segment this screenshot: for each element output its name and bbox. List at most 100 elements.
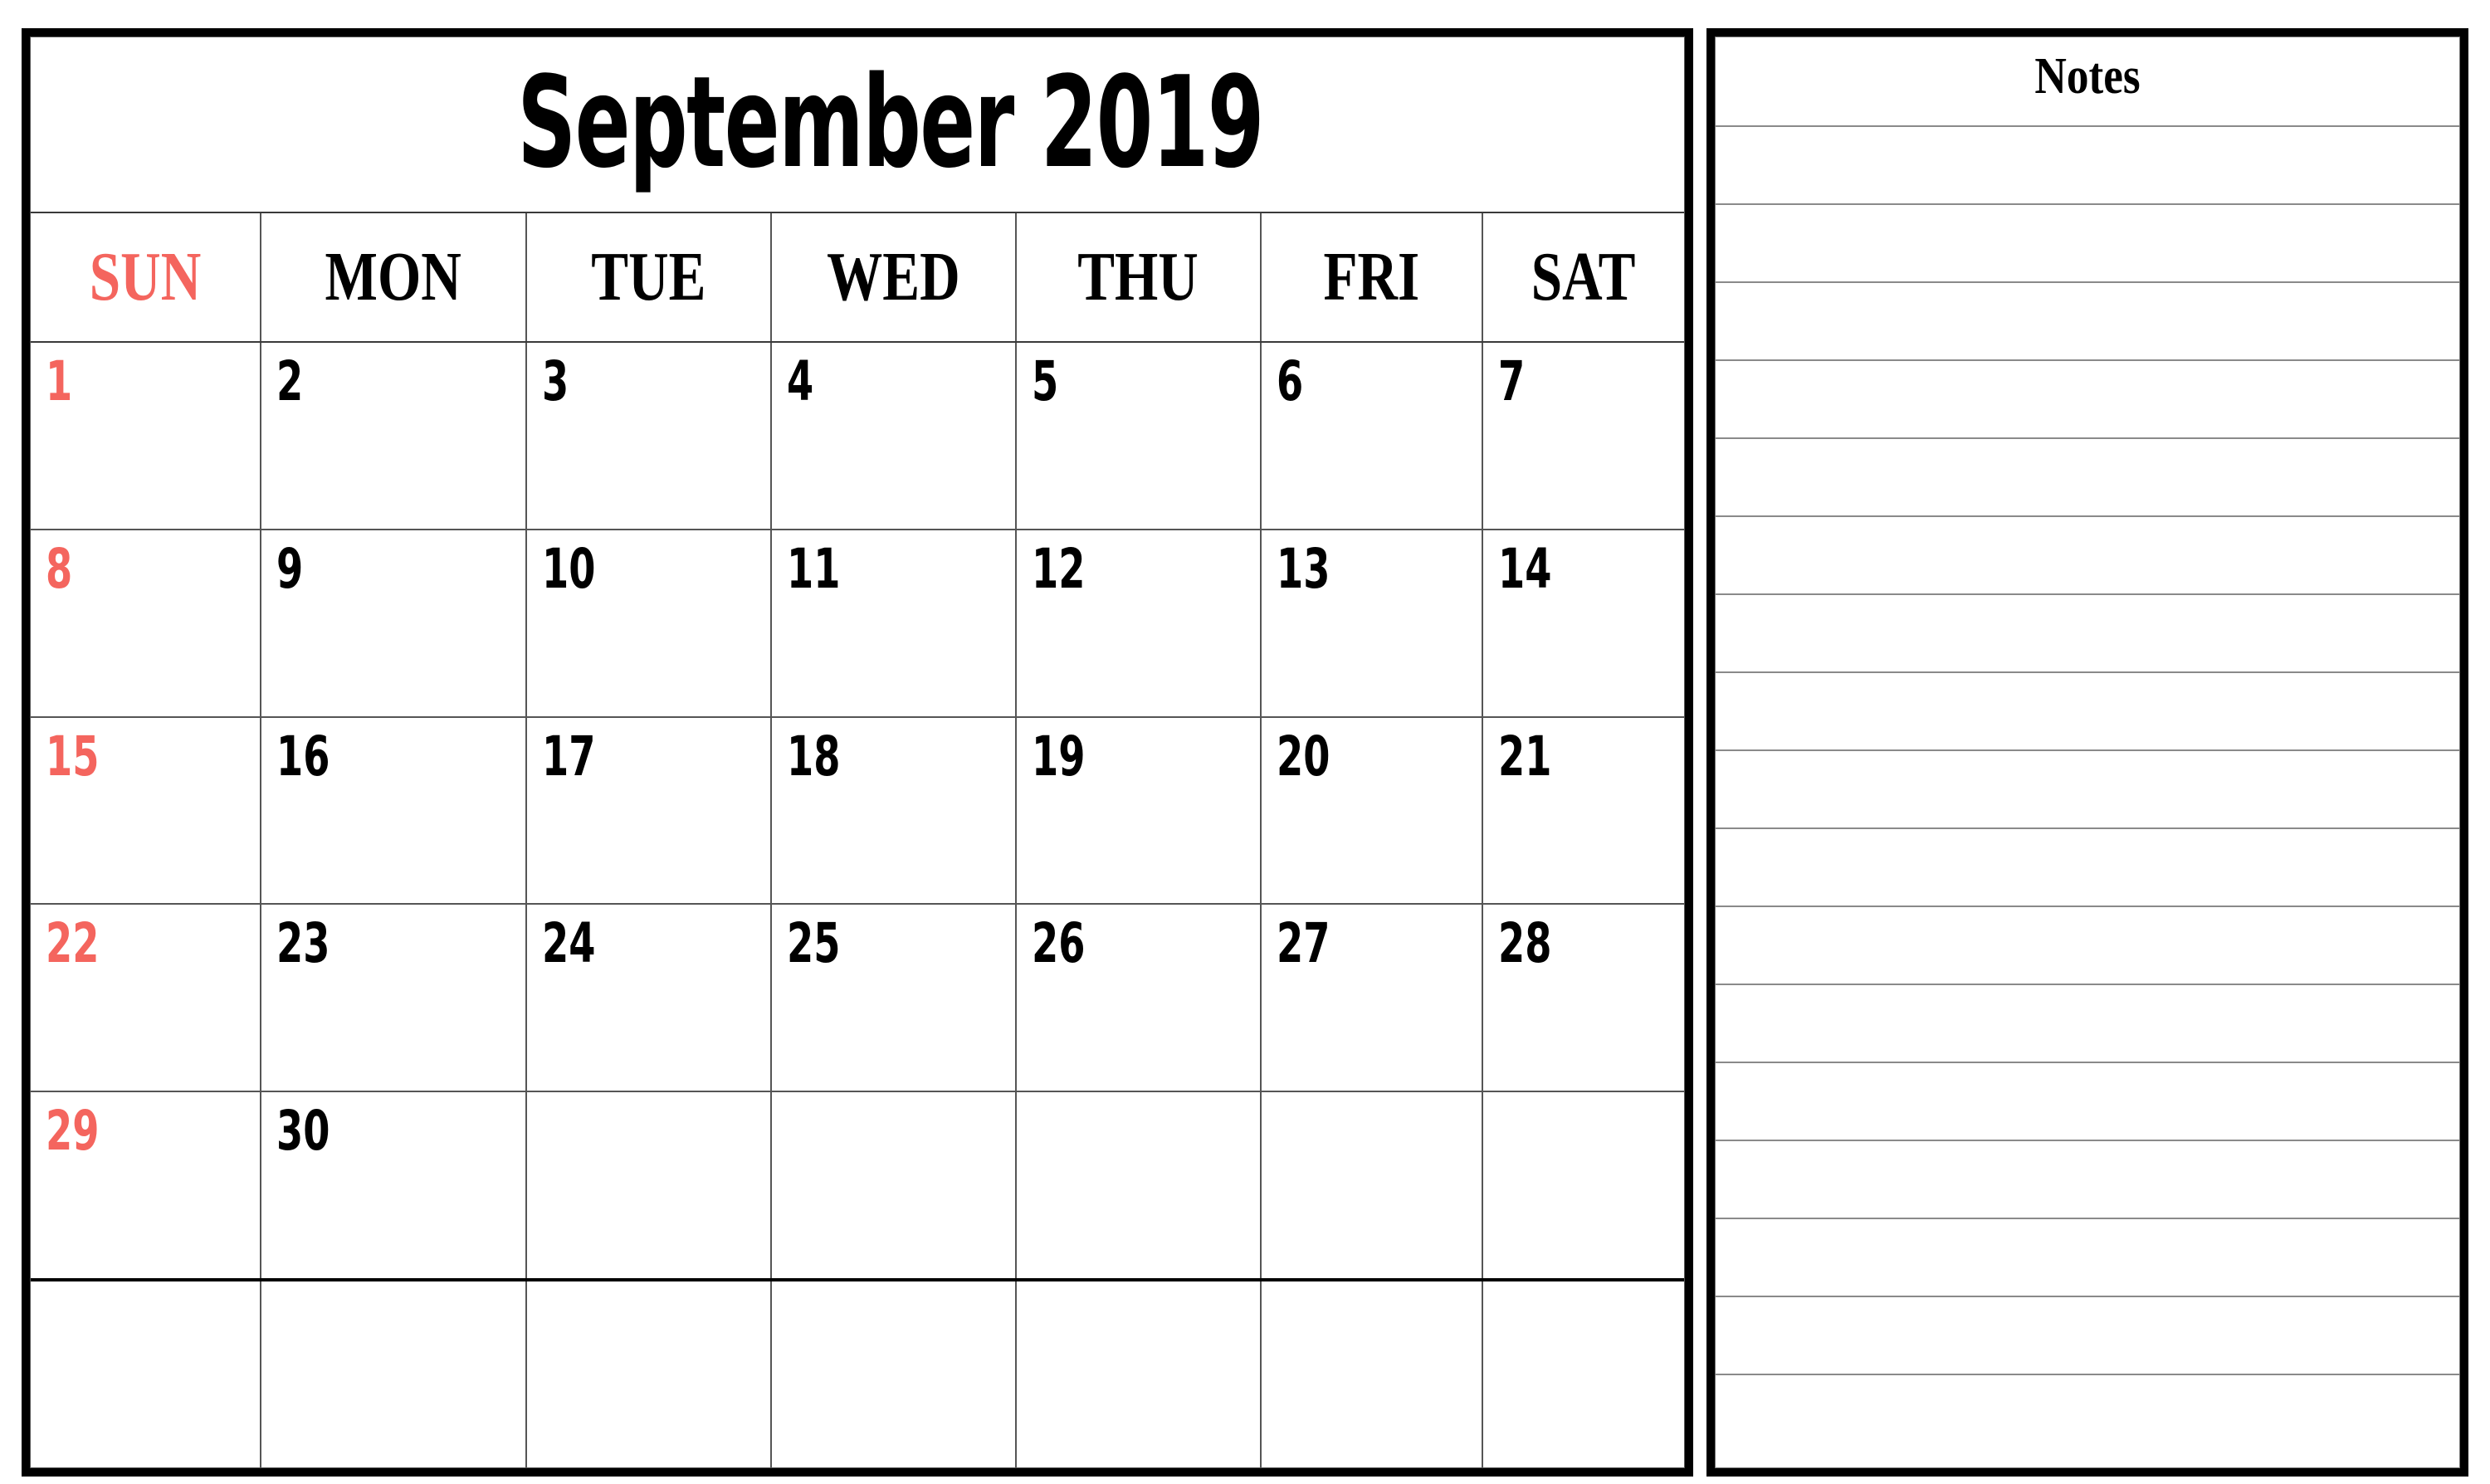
day-number: 12 xyxy=(1032,536,1086,601)
day-number: 15 xyxy=(46,724,100,788)
day-cell-11[interactable]: 11 xyxy=(772,530,1017,716)
day-cell-21[interactable]: 21 xyxy=(1483,717,1684,904)
day-cell-7[interactable]: 7 xyxy=(1483,343,1684,529)
day-cell-empty[interactable] xyxy=(1483,1092,1684,1279)
day-number: 14 xyxy=(1498,536,1552,601)
day-cell-26[interactable]: 26 xyxy=(1017,905,1262,1091)
weekday-header-tue: TUE xyxy=(527,213,772,341)
notes-line[interactable] xyxy=(1716,984,2459,985)
week-row: 15 16 17 18 19 20 21 xyxy=(31,717,1684,906)
day-cell-19[interactable]: 19 xyxy=(1017,717,1262,904)
day-cell-17[interactable]: 17 xyxy=(527,717,772,904)
day-cell-empty[interactable] xyxy=(772,1092,1017,1279)
week-row: 1 2 3 4 5 6 7 xyxy=(31,343,1684,530)
day-number: 22 xyxy=(46,911,100,976)
day-number: 2 xyxy=(276,349,304,413)
day-cell-empty[interactable] xyxy=(527,1281,772,1467)
notes-line[interactable] xyxy=(1716,203,2459,205)
day-cell-22[interactable]: 22 xyxy=(31,905,261,1091)
week-row: 8 9 10 11 12 13 14 xyxy=(31,530,1684,718)
day-cell-6[interactable]: 6 xyxy=(1262,343,1483,529)
day-cell-14[interactable]: 14 xyxy=(1483,530,1684,716)
day-cell-3[interactable]: 3 xyxy=(527,343,772,529)
day-cell-4[interactable]: 4 xyxy=(772,343,1017,529)
day-cell-28[interactable]: 28 xyxy=(1483,905,1684,1091)
day-cell-20[interactable]: 20 xyxy=(1262,717,1483,904)
notes-line[interactable] xyxy=(1716,671,2459,673)
day-number: 27 xyxy=(1277,911,1330,976)
notes-line[interactable] xyxy=(1716,749,2459,751)
day-cell-2[interactable]: 2 xyxy=(261,343,527,529)
day-cell-1[interactable]: 1 xyxy=(31,343,261,529)
day-cell-30[interactable]: 30 xyxy=(261,1092,527,1279)
notes-line[interactable] xyxy=(1716,906,2459,907)
day-number: 21 xyxy=(1498,724,1552,788)
week-row: 22 23 24 25 26 27 28 xyxy=(31,905,1684,1093)
day-number: 26 xyxy=(1032,911,1086,976)
day-number: 9 xyxy=(276,536,304,601)
notes-line[interactable] xyxy=(1716,359,2459,361)
day-cell-empty[interactable] xyxy=(527,1092,772,1279)
day-cell-15[interactable]: 15 xyxy=(31,717,261,904)
day-number: 25 xyxy=(787,911,841,976)
day-cell-empty[interactable] xyxy=(1483,1281,1684,1467)
weekday-label: SUN xyxy=(89,238,202,315)
day-number: 4 xyxy=(787,349,814,413)
notes-line[interactable] xyxy=(1716,1296,2459,1297)
notes-line[interactable] xyxy=(1716,281,2459,283)
notes-line[interactable] xyxy=(1716,1374,2459,1375)
calendar-frame: September 2019 SUN MON TUE WED THU FRI SAT 123… xyxy=(30,37,1685,1468)
weekday-label: WED xyxy=(827,238,960,315)
day-number: 1 xyxy=(46,349,73,413)
day-cell-12[interactable]: 12 xyxy=(1017,530,1262,716)
day-cell-13[interactable]: 13 xyxy=(1262,530,1483,716)
date-grid: 1 2 3 4 5 6 7 8 9 10 11 12 13 14 15 16 17 18 19 20 21 22 23 24 2… xyxy=(31,343,1684,1467)
weekday-header-sun: SUN xyxy=(31,213,261,341)
notes-line[interactable] xyxy=(1716,125,2459,127)
notes-line[interactable] xyxy=(1716,593,2459,595)
weekday-header-wed: WED xyxy=(772,213,1017,341)
day-number: 29 xyxy=(46,1099,100,1164)
notes-line[interactable] xyxy=(1716,827,2459,829)
day-number: 16 xyxy=(276,724,330,788)
day-cell-empty[interactable] xyxy=(1017,1092,1262,1279)
notes-line[interactable] xyxy=(1716,1218,2459,1219)
day-cell-empty[interactable] xyxy=(31,1281,261,1467)
day-number: 6 xyxy=(1277,349,1304,413)
notes-ruled-lines xyxy=(1716,37,2459,1467)
day-cell-8[interactable]: 8 xyxy=(31,530,261,716)
notes-panel: Notes xyxy=(1706,28,2468,1477)
day-cell-5[interactable]: 5 xyxy=(1017,343,1262,529)
day-number: 13 xyxy=(1277,536,1330,601)
day-cell-empty[interactable] xyxy=(261,1281,527,1467)
notes-line[interactable] xyxy=(1716,1140,2459,1141)
day-cell-23[interactable]: 23 xyxy=(261,905,527,1091)
day-cell-empty[interactable] xyxy=(1262,1092,1483,1279)
notes-line[interactable] xyxy=(1716,437,2459,439)
day-number: 19 xyxy=(1032,724,1086,788)
day-cell-10[interactable]: 10 xyxy=(527,530,772,716)
day-cell-29[interactable]: 29 xyxy=(31,1092,261,1279)
weekday-label: TUE xyxy=(591,238,706,315)
day-number: 30 xyxy=(276,1099,330,1164)
weekday-header-sat: SAT xyxy=(1483,213,1684,341)
day-cell-27[interactable]: 27 xyxy=(1262,905,1483,1091)
notes-line[interactable] xyxy=(1716,515,2459,517)
weekday-header-row: SUN MON TUE WED THU FRI SAT xyxy=(31,213,1684,343)
weekday-label: SAT xyxy=(1531,238,1636,315)
weekday-label: FRI xyxy=(1323,238,1420,315)
notes-line[interactable] xyxy=(1716,1062,2459,1063)
day-cell-18[interactable]: 18 xyxy=(772,717,1017,904)
day-cell-empty[interactable] xyxy=(1262,1281,1483,1467)
day-cell-9[interactable]: 9 xyxy=(261,530,527,716)
day-cell-empty[interactable] xyxy=(772,1281,1017,1467)
day-cell-25[interactable]: 25 xyxy=(772,905,1017,1091)
day-number: 23 xyxy=(276,911,330,976)
page-title: September 2019 xyxy=(517,49,1264,196)
day-cell-16[interactable]: 16 xyxy=(261,717,527,904)
day-cell-empty[interactable] xyxy=(1017,1281,1262,1467)
calendar-page: September 2019 SUN MON TUE WED THU FRI SAT 123… xyxy=(0,0,2490,1484)
day-cell-24[interactable]: 24 xyxy=(527,905,772,1091)
day-number: 28 xyxy=(1498,911,1552,976)
day-number: 3 xyxy=(542,349,569,413)
